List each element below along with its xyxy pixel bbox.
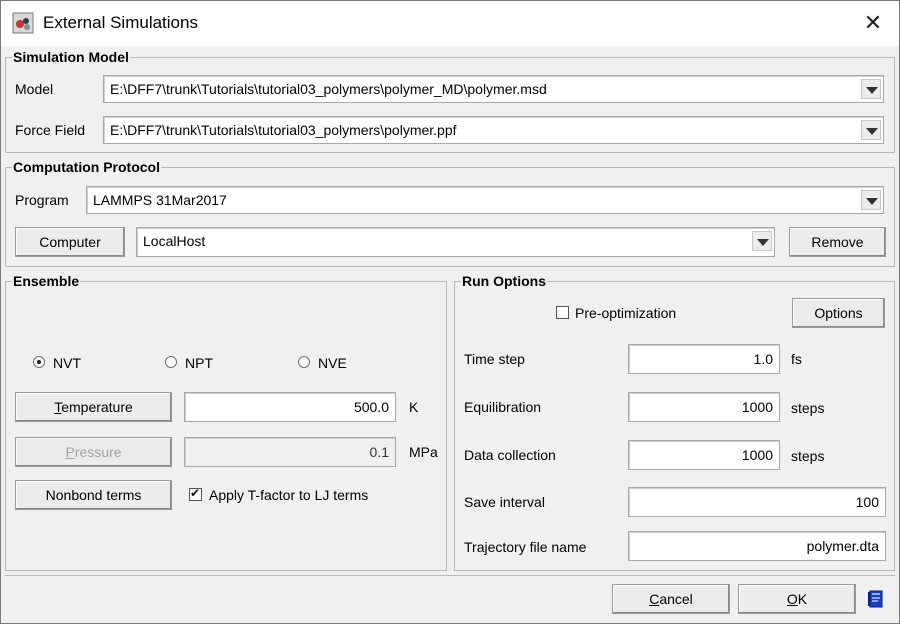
temperature-input[interactable]: 500.0 bbox=[184, 392, 396, 422]
pressure-label-rest: ressure bbox=[74, 444, 122, 460]
trajectory-file-input[interactable]: polymer.dta bbox=[628, 531, 886, 561]
preoptimization-checkbox[interactable] bbox=[556, 306, 569, 319]
ensemble-group: Ensemble bbox=[5, 273, 447, 571]
chevron-down-icon[interactable] bbox=[861, 79, 881, 99]
temperature-unit: K bbox=[409, 399, 419, 415]
ensemble-legend: Ensemble bbox=[13, 273, 80, 289]
chevron-down-icon[interactable] bbox=[861, 120, 881, 140]
apply-tfactor-label[interactable]: Apply T-factor to LJ terms bbox=[209, 487, 368, 503]
radio-nvt[interactable] bbox=[33, 356, 45, 368]
pressure-accel: P bbox=[65, 444, 75, 460]
pressure-unit: MPa bbox=[409, 444, 438, 460]
chevron-down-icon[interactable] bbox=[861, 190, 881, 210]
data-collection-label: Data collection bbox=[464, 447, 556, 463]
apply-tfactor-checkbox[interactable] bbox=[189, 486, 202, 501]
equilibration-label: Equilibration bbox=[464, 399, 542, 415]
radio-nve[interactable] bbox=[298, 356, 310, 368]
nonbond-terms-button[interactable]: Nonbond terms bbox=[15, 480, 172, 510]
forcefield-combobox[interactable]: E:\DFF7\trunk\Tutorials\tutorial03_polym… bbox=[103, 116, 884, 144]
pressure-input: 0.1 bbox=[184, 437, 396, 467]
computation-protocol-legend: Computation Protocol bbox=[13, 159, 160, 175]
save-interval-label: Save interval bbox=[464, 494, 545, 510]
window-title: External Simulations bbox=[43, 13, 198, 32]
model-label: Model bbox=[15, 81, 54, 97]
computer-value: LocalHost bbox=[143, 233, 206, 249]
pressure-button: Pressure bbox=[15, 437, 172, 467]
radio-npt-label[interactable]: NPT bbox=[185, 355, 213, 371]
equilibration-unit: steps bbox=[791, 400, 825, 416]
forcefield-value: E:\DFF7\trunk\Tutorials\tutorial03_polym… bbox=[110, 122, 457, 138]
remove-button[interactable]: Remove bbox=[789, 227, 886, 257]
model-value: E:\DFF7\trunk\Tutorials\tutorial03_polym… bbox=[110, 81, 547, 97]
app-icon bbox=[12, 12, 34, 34]
forcefield-label: Force Field bbox=[15, 122, 86, 138]
run-options-legend: Run Options bbox=[462, 273, 546, 289]
time-step-unit: fs bbox=[791, 351, 802, 367]
model-combobox[interactable]: E:\DFF7\trunk\Tutorials\tutorial03_polym… bbox=[103, 75, 884, 103]
help-book-icon[interactable] bbox=[867, 590, 885, 608]
title-bar: External Simulations ✕ bbox=[1, 1, 899, 46]
preoptimization-label[interactable]: Pre-optimization bbox=[575, 305, 676, 321]
ok-label-rest: K bbox=[797, 591, 808, 607]
equilibration-input[interactable]: 1000 bbox=[628, 392, 780, 422]
temperature-button[interactable]: Temperature bbox=[15, 392, 172, 422]
cancel-accel: C bbox=[649, 591, 660, 607]
close-icon[interactable]: ✕ bbox=[853, 7, 893, 41]
ok-button[interactable]: OK bbox=[738, 584, 856, 614]
trajectory-file-label: Trajectory file name bbox=[464, 539, 587, 555]
program-value: LAMMPS 31Mar2017 bbox=[93, 192, 227, 208]
external-simulations-dialog: External Simulations ✕ Simulation Model … bbox=[0, 0, 900, 624]
save-interval-input[interactable]: 100 bbox=[628, 487, 886, 517]
cancel-label-rest: ancel bbox=[659, 591, 693, 607]
ok-accel: O bbox=[786, 591, 798, 607]
temperature-label-rest: emperature bbox=[61, 399, 133, 415]
radio-nvt-label[interactable]: NVT bbox=[53, 355, 81, 371]
radio-nve-label[interactable]: NVE bbox=[318, 355, 347, 371]
computer-combobox[interactable]: LocalHost bbox=[136, 227, 775, 257]
radio-npt[interactable] bbox=[165, 356, 177, 368]
chevron-down-icon[interactable] bbox=[752, 231, 772, 251]
data-collection-input[interactable]: 1000 bbox=[628, 440, 780, 470]
cancel-button[interactable]: Cancel bbox=[612, 584, 730, 614]
computer-button[interactable]: Computer bbox=[15, 227, 125, 257]
program-combobox[interactable]: LAMMPS 31Mar2017 bbox=[86, 186, 884, 214]
data-collection-unit: steps bbox=[791, 448, 825, 464]
options-button[interactable]: Options bbox=[792, 298, 885, 328]
time-step-label: Time step bbox=[464, 351, 525, 367]
program-label: Program bbox=[15, 192, 69, 208]
footer-separator bbox=[5, 575, 895, 576]
simulation-model-legend: Simulation Model bbox=[13, 49, 129, 65]
time-step-input[interactable]: 1.0 bbox=[628, 344, 780, 374]
